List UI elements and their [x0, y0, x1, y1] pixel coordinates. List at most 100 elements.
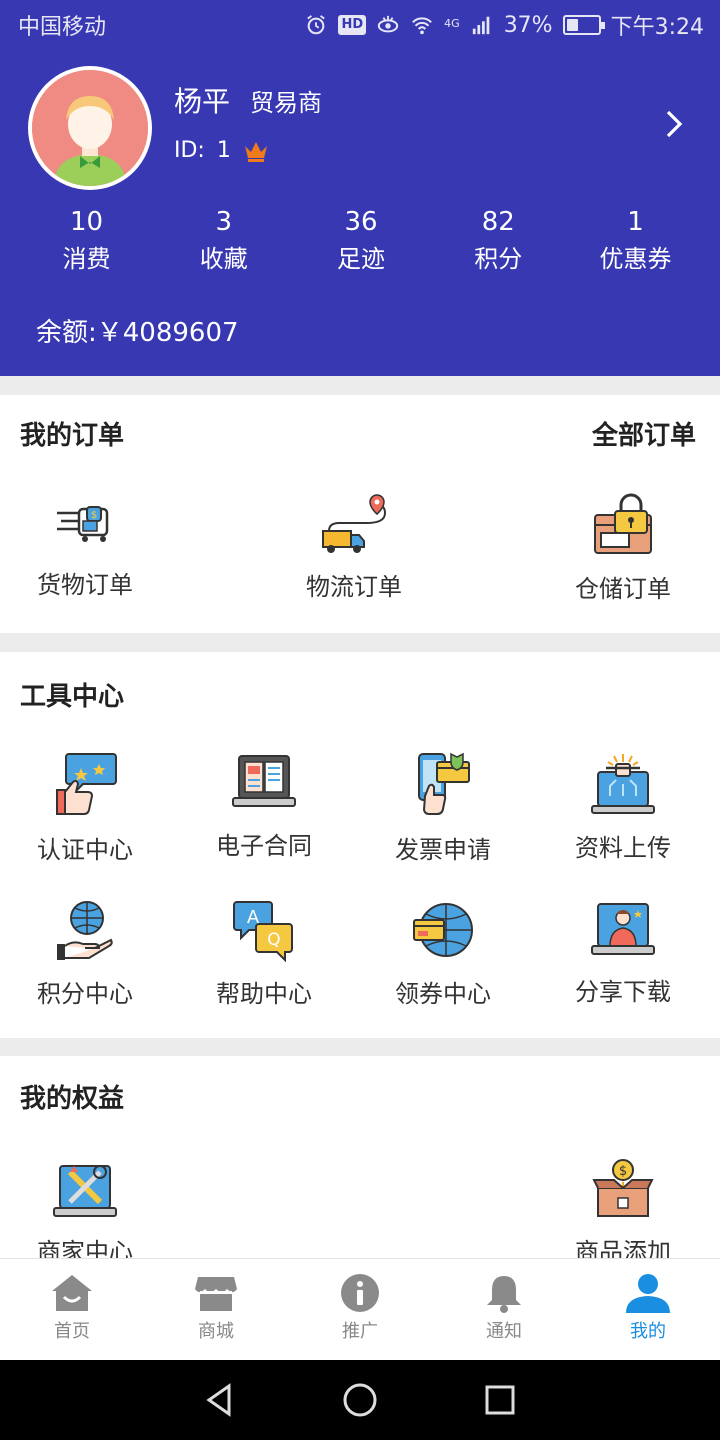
avatar[interactable] [28, 66, 152, 190]
laptop-upload-icon [591, 754, 655, 814]
tab-promotion[interactable]: 推广 [288, 1259, 432, 1360]
tools-card: 工具中心 认证中心 电子合同 发票申请 资料上传 积分中心 A Q 帮助中心 领… [0, 652, 720, 1038]
tool-item-contract[interactable]: 电子合同 [179, 752, 349, 861]
user-avatar-illustration [32, 70, 148, 186]
stat-value: 1 [627, 207, 644, 237]
eye-icon [377, 15, 399, 33]
back-button[interactable] [190, 1370, 250, 1430]
tab-store[interactable]: 商城 [144, 1259, 288, 1360]
hd-icon: HD [338, 15, 367, 35]
tool-item-label: 资料上传 [575, 834, 671, 862]
profile-header: 中国移动 HD 4G 37% 下午3:24 杨平 贸易商 ID: 1 10 消费… [0, 0, 720, 376]
rights-item-label: 商品添加 [575, 1238, 671, 1258]
stat-label: 优惠券 [599, 245, 672, 273]
tool-item-points[interactable]: 积分中心 [0, 900, 170, 1009]
chevron-right-icon[interactable] [660, 104, 690, 144]
order-item-logistics[interactable]: 物流订单 [269, 493, 439, 602]
balance-value: ￥4089607 [96, 318, 239, 348]
order-item-label: 货物订单 [37, 571, 133, 599]
stat-coupons[interactable]: 1 优惠券 [567, 205, 704, 279]
stat-value: 82 [481, 207, 515, 237]
tab-label: 首页 [54, 1321, 90, 1342]
stat-consumption[interactable]: 10 消费 [18, 205, 155, 279]
tab-mine[interactable]: 我的 [576, 1259, 720, 1360]
storage-lock-icon [594, 493, 652, 554]
tool-item-label: 电子合同 [216, 832, 312, 860]
rights-title: 我的权益 [20, 1084, 125, 1114]
order-item-cargo[interactable]: $ 货物订单 [0, 493, 170, 600]
globe-card-icon [413, 903, 473, 957]
order-item-label: 仓储订单 [575, 575, 671, 603]
rights-item-merchant[interactable]: 商家中心 [0, 1158, 170, 1258]
tab-home[interactable]: 首页 [0, 1259, 144, 1360]
stat-label: 积分 [474, 245, 523, 273]
status-bar: 中国移动 HD 4G 37% 下午3:24 [0, 0, 720, 50]
tool-item-invoice[interactable]: 发票申请 [358, 752, 528, 865]
tool-item-label: 发票申请 [395, 836, 491, 864]
balance: 余额:￥4089607 [36, 312, 239, 349]
stat-points[interactable]: 82 积分 [430, 205, 567, 279]
signal-icon [472, 16, 490, 35]
battery-icon [562, 15, 605, 35]
tool-item-share[interactable]: 分享下载 [538, 900, 708, 1007]
tool-item-label: 认证中心 [37, 836, 133, 864]
stat-label: 消费 [62, 245, 111, 273]
phone-card-icon [418, 752, 470, 815]
logistics-truck-icon [322, 494, 387, 553]
tool-item-label: 积分中心 [37, 980, 133, 1008]
network-type: 4G [444, 17, 460, 30]
stat-label: 足迹 [337, 245, 385, 273]
stat-value: 10 [69, 207, 104, 237]
system-nav-bar [0, 1360, 720, 1440]
orders-title: 我的订单 [20, 421, 125, 451]
battery-level [566, 19, 578, 31]
tool-item-label: 领券中心 [395, 980, 491, 1008]
battery-percent: 37% [503, 12, 553, 38]
alarm-icon [307, 15, 326, 35]
tool-item-label: 帮助中心 [216, 980, 312, 1008]
tool-item-upload[interactable]: 资料上传 [538, 752, 708, 863]
all-orders-link[interactable]: 全部订单 [592, 415, 696, 452]
laptop-tools-icon [53, 1165, 117, 1217]
tools-title: 工具中心 [20, 682, 125, 712]
id-value: 1 [216, 138, 231, 163]
id-row: ID: 1 [174, 138, 269, 163]
ebook-laptop-icon [232, 755, 296, 807]
wifi-icon [412, 17, 433, 35]
stats-row: 10 消费 3 收藏 36 足迹 82 积分 1 优惠券 [18, 205, 704, 279]
tool-item-certification[interactable]: 认证中心 [0, 752, 170, 865]
box-coin-icon: $ [592, 1159, 654, 1217]
crown-icon [244, 141, 267, 162]
store-icon [195, 1277, 237, 1311]
thumbs-up-rating-icon [56, 753, 117, 815]
svg-text:$: $ [91, 510, 97, 521]
tab-notifications[interactable]: 通知 [432, 1259, 576, 1360]
cargo-order-icon: $ [57, 506, 109, 542]
order-item-storage[interactable]: 仓储订单 [538, 493, 708, 604]
back-triangle-icon [206, 1383, 231, 1417]
tool-item-coupons[interactable]: 领券中心 [358, 900, 528, 1009]
rights-item-add-product[interactable]: $ 商品添加 [538, 1158, 708, 1258]
order-item-label: 物流订单 [306, 573, 402, 601]
avatar-image [32, 70, 148, 186]
laptop-person-icon [591, 903, 655, 955]
bottom-tab-bar: 首页 商城 推广 通知 我的 [0, 1258, 720, 1360]
home-circle-icon [343, 1383, 377, 1417]
tool-item-help[interactable]: A Q 帮助中心 [179, 900, 349, 1009]
rights-item-label: 商家中心 [37, 1238, 133, 1258]
clock: 下午3:24 [610, 15, 704, 40]
recents-button[interactable] [470, 1370, 530, 1430]
tab-label: 通知 [486, 1321, 522, 1342]
globe-hand-icon [57, 901, 113, 960]
home-button[interactable] [330, 1370, 390, 1430]
stat-footprints[interactable]: 36 足迹 [293, 205, 430, 279]
info-icon [341, 1274, 379, 1312]
tool-item-label: 分享下载 [575, 978, 671, 1006]
bell-icon [487, 1276, 521, 1313]
stat-favorites[interactable]: 3 收藏 [155, 205, 292, 279]
stat-label: 收藏 [199, 245, 248, 273]
tab-label: 商城 [198, 1321, 234, 1342]
rights-card: 我的权益 商家中心 $ 商品添加 [0, 1056, 720, 1258]
user-icon [626, 1274, 670, 1313]
stat-value: 3 [215, 207, 233, 237]
